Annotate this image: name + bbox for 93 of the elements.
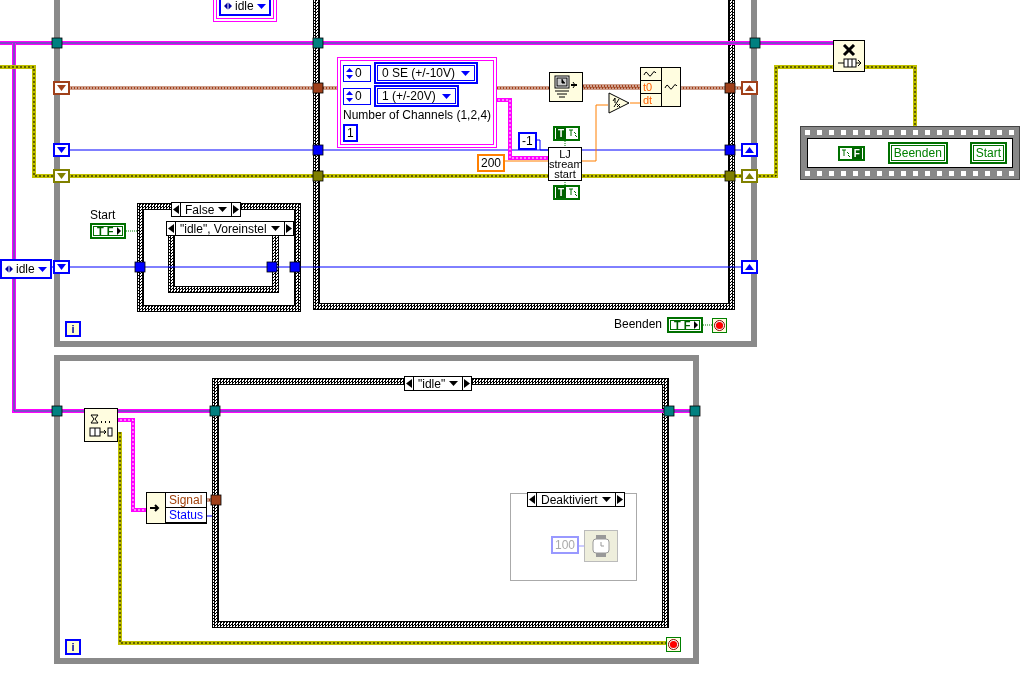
right-arrow-icon [233,205,240,214]
numeric-constant[interactable]: 200 [477,154,506,172]
shift-register-icon [741,81,758,95]
dropdown-arrow-icon [441,93,451,99]
tunnel-icon [289,261,301,273]
shift-register-icon [53,81,70,95]
label-text: Beenden [614,317,663,331]
left-arrow-icon [173,205,179,214]
wait-node[interactable] [584,530,618,562]
unbundle-node[interactable]: Signal Status [146,492,208,524]
left-arrow-icon [529,495,535,504]
terminal-label: t0 [641,80,661,93]
computer-icon [554,75,578,99]
dropdown-arrow-icon [218,207,228,212]
triangle-icon [693,321,698,329]
dropdown-arrow-icon [601,497,611,502]
shift-register-icon [53,169,70,183]
dropdown-arrow-icon [270,226,280,231]
enum-constant[interactable]: idle [219,0,271,16]
waveform-icon [643,69,659,79]
dequeue-icon [88,412,114,438]
tunnel-icon [51,37,63,49]
tunnel-icon [312,170,324,182]
triangle-icon [116,227,121,235]
dropdown-arrow-icon [449,381,459,386]
right-arrow-icon [616,495,623,504]
stop-icon [666,637,681,652]
boolean-constant[interactable]: T [553,126,581,141]
case-selector[interactable]: Deaktiviert [527,492,625,507]
tunnel-icon [51,405,63,417]
stop-icon [712,318,727,333]
numeric-constant[interactable]: 1 [343,124,358,142]
ring-constant[interactable]: 1 (+/-20V) [375,86,458,106]
tunnel-icon [724,144,736,156]
left-arrow-icon [406,379,412,388]
tunnel-icon [312,37,324,49]
tunnel-icon [312,144,324,156]
boolean-constant[interactable]: F [837,145,865,161]
enum-constant[interactable]: idle [0,259,52,279]
shift-register-icon [741,169,758,183]
shift-register-icon [741,143,758,157]
right-arrow-icon [285,224,292,233]
dropdown-arrow-icon [461,70,471,76]
enum-arrows-icon [5,264,13,274]
string-constant[interactable]: Start [970,143,1006,163]
tunnel-icon [749,37,761,49]
case-selector[interactable]: False [171,202,242,217]
boolean-control[interactable]: T F [667,317,703,333]
numeric-constant[interactable]: -1 [518,132,537,150]
tunnel-icon [663,405,675,417]
element-label: Signal [166,493,207,508]
label-text: Number of Channels (1,2,4) [343,109,492,121]
boolean-control[interactable]: T F [90,223,126,239]
increment-arrows-icon [346,67,353,79]
boolean-icon [568,188,578,197]
tunnel-icon [724,82,736,94]
increment-arrows-icon [346,90,353,102]
iteration-terminal: i [65,639,81,655]
ring-constant[interactable]: 0 SE (+/-10V) [375,63,478,83]
case-selector[interactable]: "idle" [404,376,473,391]
dropdown-arrow-icon [256,3,266,9]
tunnel-icon [724,170,736,182]
reciprocal-icon [608,92,630,114]
dropdown-arrow-icon [37,266,47,272]
index-control[interactable]: 0 [343,64,371,82]
tunnel-icon [312,82,324,94]
left-arrow-icon [168,224,174,233]
tunnel-icon [209,405,221,417]
tunnel-icon [210,494,222,506]
index-control[interactable]: 0 [343,87,371,105]
right-arrow-icon [464,379,471,388]
watch-icon [591,535,611,557]
wire [862,65,917,129]
string-constant[interactable]: Beenden [888,143,947,163]
label-text: Start [90,208,116,222]
boolean-icon [568,129,578,138]
terminal-label: dt [641,93,661,106]
boolean-icon [840,148,850,158]
queue-x-icon [836,44,862,68]
element-label: Status [166,508,207,523]
waveform-icon [664,82,678,92]
tunnel-icon [134,261,146,273]
shift-register-icon [53,143,70,157]
boolean-constant[interactable]: T [553,185,581,200]
shift-register-icon [741,260,758,274]
timestamp-node[interactable] [549,72,583,102]
release-queue-node[interactable] [833,40,865,72]
shift-register-icon [53,260,70,274]
tunnel-icon [689,405,701,417]
case-selector[interactable]: "idle", Voreinstel [166,221,294,236]
iteration-terminal: i [65,321,81,337]
dequeue-node[interactable] [84,408,118,442]
enum-arrows-icon [224,1,232,11]
